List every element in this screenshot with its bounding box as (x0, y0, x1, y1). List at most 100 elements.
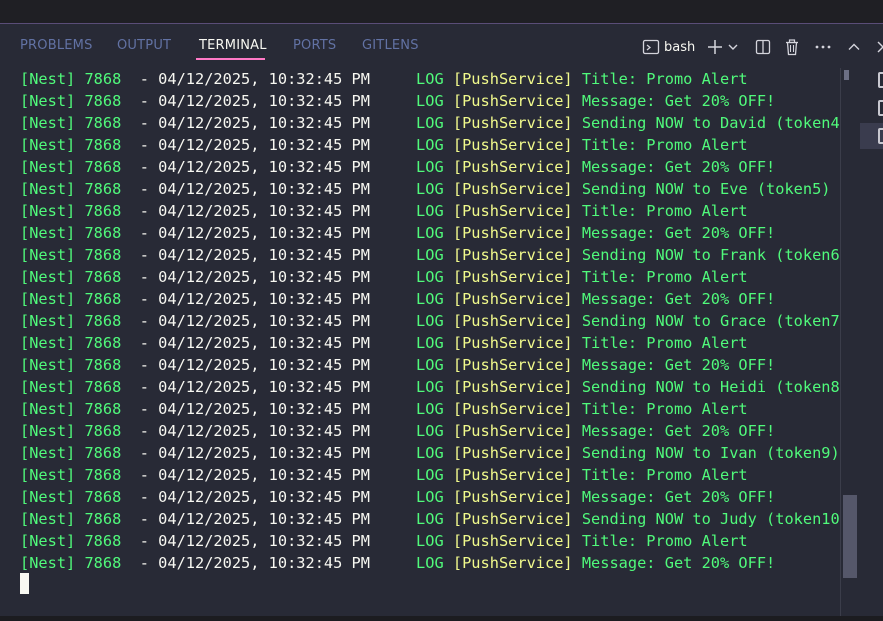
log-level: LOG (369, 158, 444, 176)
log-prefix: [Nest] 7868 (20, 466, 122, 484)
log-timestamp: - 04/12/2025, 10:32:45 PM (121, 268, 370, 286)
new-terminal-button[interactable] (706, 36, 724, 58)
terminal-list-item-icon[interactable] (878, 128, 883, 144)
log-prefix: [Nest] 7868 (20, 158, 122, 176)
terminal-line: [Nest] 7868 - 04/12/2025, 10:32:45 PM LO… (20, 222, 840, 244)
log-message: Message: Get 20% OFF! (581, 224, 776, 242)
terminal-output[interactable]: [Nest] 7868 - 04/12/2025, 10:32:45 PM LO… (20, 68, 849, 608)
log-level: LOG (369, 268, 444, 286)
more-icon (815, 44, 831, 50)
log-level: LOG (369, 114, 444, 132)
log-context: [PushService] (452, 312, 573, 330)
terminal-list-item-icon[interactable] (878, 100, 883, 116)
terminal-line: [Nest] 7868 - 04/12/2025, 10:32:45 PM LO… (20, 288, 840, 310)
log-timestamp: - 04/12/2025, 10:32:45 PM (121, 92, 370, 110)
log-level: LOG (369, 290, 444, 308)
log-level: LOG (369, 532, 444, 550)
terminal-line: [Nest] 7868 - 04/12/2025, 10:32:45 PM LO… (20, 464, 840, 486)
log-context: [PushService] (452, 290, 573, 308)
log-context: [PushService] (452, 444, 573, 462)
log-timestamp: - 04/12/2025, 10:32:45 PM (121, 114, 370, 132)
log-prefix: [Nest] 7868 (20, 488, 122, 506)
log-context: [PushService] (452, 422, 573, 440)
log-context: [PushService] (452, 246, 573, 264)
log-prefix: [Nest] 7868 (20, 444, 122, 462)
log-timestamp: - 04/12/2025, 10:32:45 PM (121, 224, 370, 242)
log-prefix: [Nest] 7868 (20, 114, 122, 132)
log-message: Title: Promo Alert (581, 400, 748, 418)
terminal-scrollbar[interactable] (840, 68, 859, 616)
log-context: [PushService] (452, 224, 573, 242)
log-message: Title: Promo Alert (581, 268, 748, 286)
more-actions-button[interactable] (813, 36, 833, 58)
active-tab-indicator (196, 58, 265, 60)
log-timestamp: - 04/12/2025, 10:32:45 PM (121, 488, 370, 506)
log-message: Message: Get 20% OFF! (581, 554, 776, 572)
log-level: LOG (369, 488, 444, 506)
trash-icon (784, 38, 800, 56)
log-level: LOG (369, 510, 444, 528)
log-message: Sending NOW to Frank (token6) (581, 246, 849, 264)
log-context: [PushService] (452, 400, 573, 418)
log-timestamp: - 04/12/2025, 10:32:45 PM (121, 532, 370, 550)
scrollbar-thumb[interactable] (843, 495, 857, 578)
log-prefix: [Nest] 7868 (20, 290, 122, 308)
terminal-line: [Nest] 7868 - 04/12/2025, 10:32:45 PM LO… (20, 398, 840, 420)
log-prefix: [Nest] 7868 (20, 334, 122, 352)
log-context: [PushService] (452, 136, 573, 154)
panel-tabs: PROBLEMS OUTPUT TERMINAL PORTS GITLENS (0, 24, 640, 68)
terminal-line: [Nest] 7868 - 04/12/2025, 10:32:45 PM LO… (20, 530, 840, 552)
log-message: Title: Promo Alert (581, 334, 748, 352)
log-level: LOG (369, 246, 444, 264)
log-prefix: [Nest] 7868 (20, 532, 122, 550)
log-message: Sending NOW to Judy (token10) (581, 510, 849, 528)
terminal-line: [Nest] 7868 - 04/12/2025, 10:32:45 PM LO… (20, 68, 840, 90)
terminal-line: [Nest] 7868 - 04/12/2025, 10:32:45 PM LO… (20, 134, 840, 156)
log-prefix: [Nest] 7868 (20, 92, 122, 110)
log-timestamp: - 04/12/2025, 10:32:45 PM (121, 158, 370, 176)
log-message: Title: Promo Alert (581, 532, 748, 550)
kill-terminal-button[interactable] (782, 36, 802, 58)
maximize-panel-button[interactable] (844, 36, 864, 58)
log-message: Title: Promo Alert (581, 136, 748, 154)
launch-profile-button[interactable] (726, 36, 740, 58)
terminal-toolbar: bash (640, 36, 883, 60)
terminal-line: [Nest] 7868 - 04/12/2025, 10:32:45 PM LO… (20, 332, 840, 354)
log-message: Sending NOW to David (token4) (581, 114, 849, 132)
chevron-up-icon (847, 40, 861, 54)
log-level: LOG (369, 70, 444, 88)
tab-terminal[interactable]: TERMINAL (199, 38, 267, 53)
log-context: [PushService] (452, 158, 573, 176)
log-context: [PushService] (452, 378, 573, 396)
tab-ports[interactable]: PORTS (293, 38, 336, 53)
log-level: LOG (369, 224, 444, 242)
log-message: Message: Get 20% OFF! (581, 488, 776, 506)
terminal-cursor (20, 573, 29, 594)
tab-output[interactable]: OUTPUT (117, 38, 171, 53)
terminal-line: [Nest] 7868 - 04/12/2025, 10:32:45 PM LO… (20, 200, 840, 222)
plus-icon (707, 39, 723, 55)
log-context: [PushService] (452, 70, 573, 88)
log-timestamp: - 04/12/2025, 10:32:45 PM (121, 180, 370, 198)
shell-selector[interactable]: bash (642, 36, 700, 58)
close-panel-button[interactable] (876, 36, 883, 58)
tab-problems[interactable]: PROBLEMS (20, 38, 93, 53)
terminal-list-item-icon[interactable] (878, 72, 883, 88)
log-message: Sending NOW to Eve (token5) (581, 180, 831, 198)
tab-gitlens[interactable]: GITLENS (362, 38, 419, 53)
log-context: [PushService] (452, 334, 573, 352)
log-level: LOG (369, 378, 444, 396)
split-terminal-button[interactable] (753, 36, 773, 58)
terminal-line: [Nest] 7868 - 04/12/2025, 10:32:45 PM LO… (20, 376, 849, 398)
log-context: [PushService] (452, 356, 573, 374)
log-timestamp: - 04/12/2025, 10:32:45 PM (121, 312, 370, 330)
log-prefix: [Nest] 7868 (20, 136, 122, 154)
log-timestamp: - 04/12/2025, 10:32:45 PM (121, 202, 370, 220)
log-timestamp: - 04/12/2025, 10:32:45 PM (121, 70, 370, 88)
terminal-line: [Nest] 7868 - 04/12/2025, 10:32:45 PM LO… (20, 486, 840, 508)
log-timestamp: - 04/12/2025, 10:32:45 PM (121, 510, 370, 528)
log-timestamp: - 04/12/2025, 10:32:45 PM (121, 334, 370, 352)
log-message: Title: Promo Alert (581, 466, 748, 484)
title-bar-strip (0, 0, 883, 24)
log-level: LOG (369, 334, 444, 352)
